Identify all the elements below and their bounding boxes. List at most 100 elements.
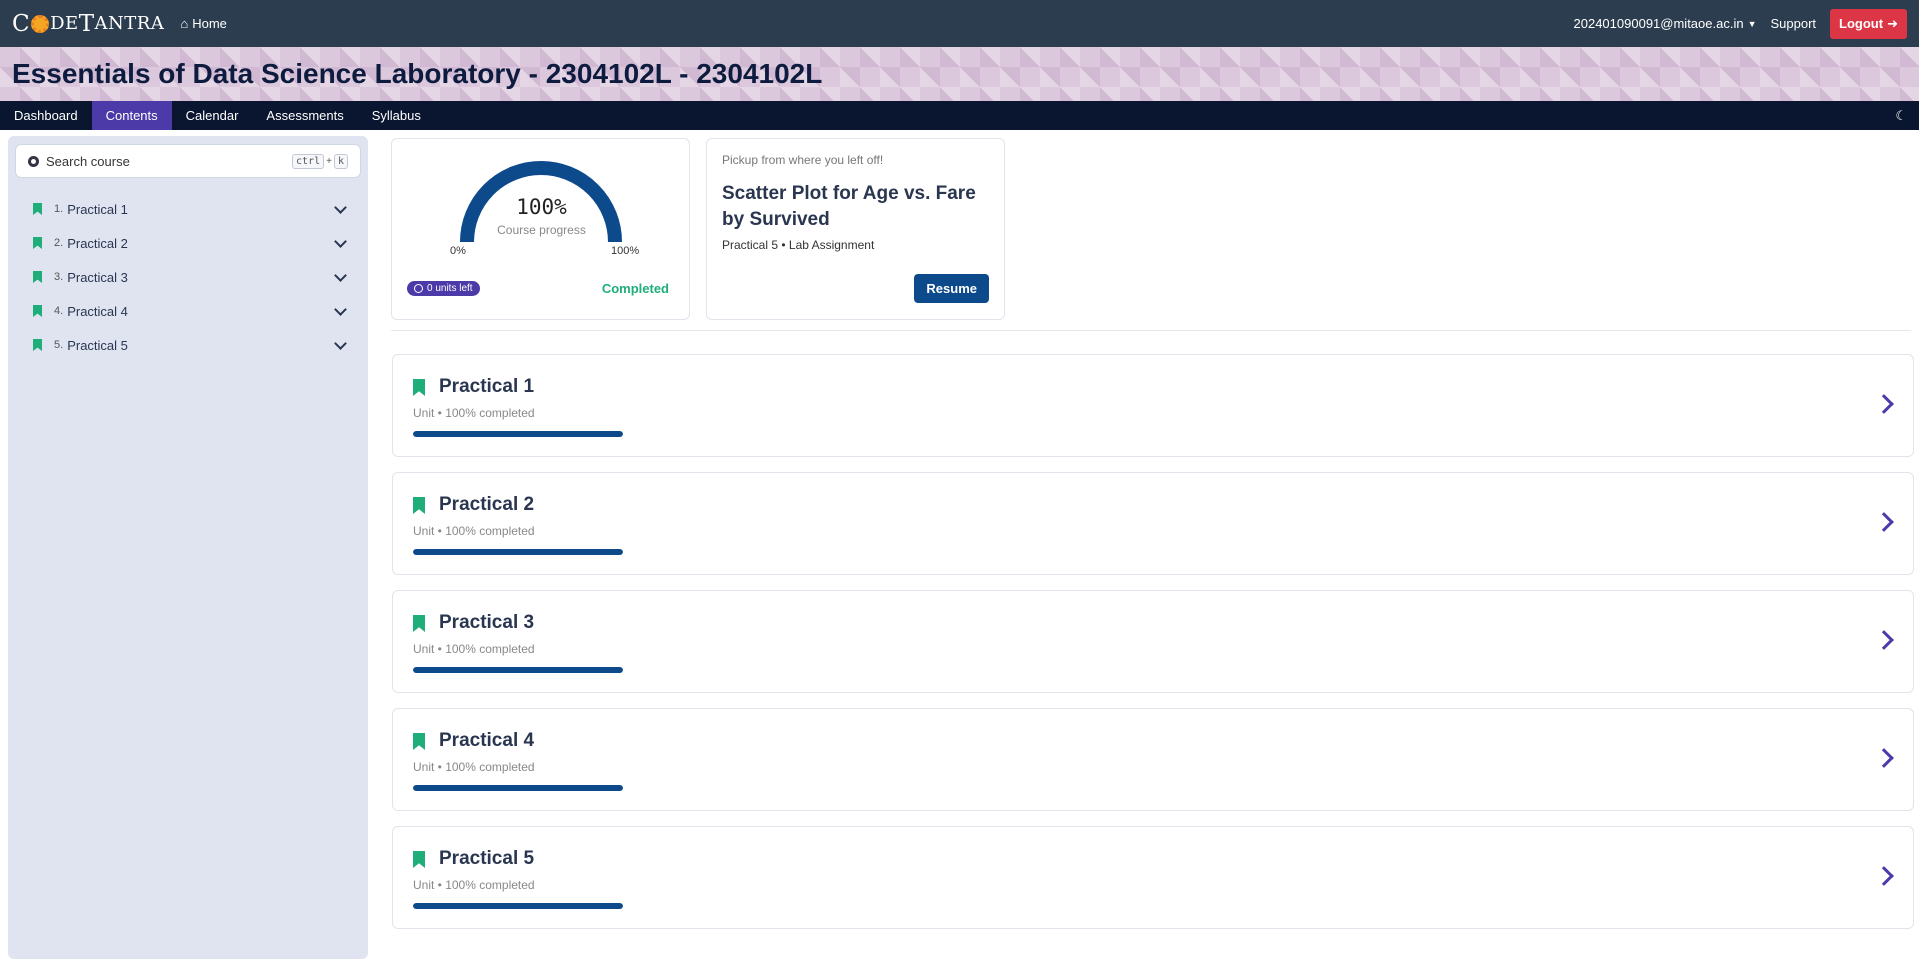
bookmark-icon <box>413 497 425 514</box>
user-email: 202401090091@mitaoe.ac.in <box>1573 16 1744 31</box>
resume-card: Pickup from where you left off! Scatter … <box>706 138 1005 320</box>
unit-card-practical-4[interactable]: Practical 4 Unit • 100% completed <box>392 708 1914 811</box>
unit-progress-fill <box>413 431 623 437</box>
sidebar-item-label: Practical 5 <box>67 337 128 353</box>
sidebar-item-practical-5[interactable]: 5. Practical 5 <box>15 328 361 362</box>
unit-progress-bar <box>413 667 623 673</box>
clock-icon <box>414 284 423 293</box>
sign-out-icon: ➜ <box>1887 15 1898 31</box>
chevron-right-icon[interactable] <box>1874 748 1894 768</box>
unit-subtitle: Unit • 100% completed <box>413 878 535 892</box>
unit-progress-bar <box>413 903 623 909</box>
search-placeholder: Search course <box>46 153 130 169</box>
unit-progress-fill <box>413 903 623 909</box>
unit-card-practical-5[interactable]: Practical 5 Unit • 100% completed <box>392 826 1914 929</box>
logout-button[interactable]: Logout ➜ <box>1830 8 1907 39</box>
user-menu[interactable]: 202401090091@mitaoe.ac.in ▼ <box>1574 16 1757 31</box>
unit-title: Practical 2 <box>439 494 535 515</box>
sidebar-item-number: 1. <box>54 203 64 215</box>
course-title: Essentials of Data Science Laboratory - … <box>12 58 823 89</box>
home-icon: ⌂ <box>180 16 189 31</box>
tab-contents[interactable]: Contents <box>91 101 172 130</box>
chevron-down-icon[interactable] <box>334 268 347 282</box>
chevron-down-icon[interactable] <box>334 302 347 316</box>
sidebar: Search course ctrl + k 1. Practical 1 2.… <box>8 136 368 959</box>
unit-card-practical-2[interactable]: Practical 2 Unit • 100% completed <box>392 472 1914 575</box>
bookmark-icon <box>33 271 42 283</box>
course-banner: Essentials of Data Science Laboratory - … <box>0 47 1919 101</box>
units-left-label: 0 units left <box>427 283 473 294</box>
progress-caption: Course progress <box>497 223 586 237</box>
tab-calendar[interactable]: Calendar <box>172 101 253 130</box>
chevron-down-icon[interactable] <box>334 200 347 214</box>
resume-button[interactable]: Resume <box>914 274 989 303</box>
unit-progress-bar <box>413 431 623 437</box>
pickup-text: Pickup from where you left off! <box>722 153 884 167</box>
bookmark-icon <box>33 203 42 215</box>
bookmark-icon <box>413 851 425 868</box>
bookmark-icon <box>413 733 425 750</box>
bookmark-icon <box>33 305 42 317</box>
bookmark-icon <box>33 237 42 249</box>
unit-title: Practical 1 <box>439 376 535 397</box>
search-icon <box>28 155 39 167</box>
unit-card-practical-3[interactable]: Practical 3 Unit • 100% completed <box>392 590 1914 693</box>
sidebar-item-number: 3. <box>54 271 64 283</box>
sidebar-item-practical-2[interactable]: 2. Practical 2 <box>15 226 361 260</box>
sidebar-item-practical-4[interactable]: 4. Practical 4 <box>15 294 361 328</box>
chevron-down-icon[interactable] <box>334 234 347 248</box>
chevron-right-icon[interactable] <box>1874 866 1894 886</box>
home-link[interactable]: ⌂ Home <box>180 16 227 31</box>
sidebar-item-practical-3[interactable]: 3. Practical 3 <box>15 260 361 294</box>
sidebar-item-practical-1[interactable]: 1. Practical 1 <box>15 192 361 226</box>
bookmark-icon <box>413 379 425 396</box>
home-label: Home <box>192 16 227 31</box>
divider <box>391 330 1911 331</box>
tab-syllabus[interactable]: Syllabus <box>358 101 435 130</box>
sidebar-item-label: Practical 3 <box>67 269 128 285</box>
dark-mode-toggle-icon[interactable]: ☾ <box>1895 101 1919 130</box>
shortcut-plus: + <box>326 155 332 167</box>
unit-subtitle: Unit • 100% completed <box>413 524 535 538</box>
unit-progress-fill <box>413 549 623 555</box>
chevron-right-icon[interactable] <box>1874 630 1894 650</box>
unit-title: Practical 5 <box>439 848 535 869</box>
unit-progress-fill <box>413 785 623 791</box>
support-link[interactable]: Support <box>1771 16 1817 31</box>
gear-logo-icon <box>31 14 50 33</box>
codetantra-logo[interactable]: C DE T ANTRA <box>12 11 164 37</box>
sidebar-item-number: 2. <box>54 237 64 249</box>
keyboard-shortcut: ctrl + k <box>292 153 348 169</box>
tab-assessments[interactable]: Assessments <box>252 101 357 130</box>
status-completed: Completed <box>601 281 669 296</box>
unit-card-practical-1[interactable]: Practical 1 Unit • 100% completed <box>392 354 1914 457</box>
gauge-min-label: 0% <box>450 245 466 257</box>
unit-title: Practical 3 <box>439 612 535 633</box>
gauge-max-label: 100% <box>611 245 640 257</box>
course-nav: Dashboard Contents Calendar Assessments … <box>0 101 1919 130</box>
sidebar-item-number: 5. <box>54 339 64 351</box>
unit-progress-fill <box>413 667 623 673</box>
sidebar-item-label: Practical 4 <box>67 303 128 319</box>
logout-label: Logout <box>1839 16 1884 31</box>
chevron-down-icon[interactable] <box>334 336 347 350</box>
search-course-input[interactable]: Search course ctrl + k <box>15 144 361 178</box>
unit-subtitle: Unit • 100% completed <box>413 760 535 774</box>
sidebar-item-label: Practical 2 <box>67 235 128 251</box>
bookmark-icon <box>33 339 42 351</box>
unit-subtitle: Unit • 100% completed <box>413 406 535 420</box>
sidebar-item-number: 4. <box>54 305 64 317</box>
units-left-badge: 0 units left <box>407 281 480 296</box>
resume-subtitle: Practical 5 • Lab Assignment <box>722 238 875 252</box>
chevron-right-icon[interactable] <box>1874 512 1894 532</box>
shortcut-key-ctrl: ctrl <box>292 153 325 169</box>
course-progress-card: 100% Course progress 0% 100% 0 units lef… <box>391 138 690 320</box>
unit-progress-bar <box>413 785 623 791</box>
unit-progress-bar <box>413 549 623 555</box>
progress-percent: 100% <box>516 195 567 219</box>
unit-subtitle: Unit • 100% completed <box>413 642 535 656</box>
shortcut-key-k: k <box>333 153 348 169</box>
tab-dashboard[interactable]: Dashboard <box>0 101 92 130</box>
unit-title: Practical 4 <box>439 730 535 751</box>
chevron-right-icon[interactable] <box>1874 394 1894 414</box>
